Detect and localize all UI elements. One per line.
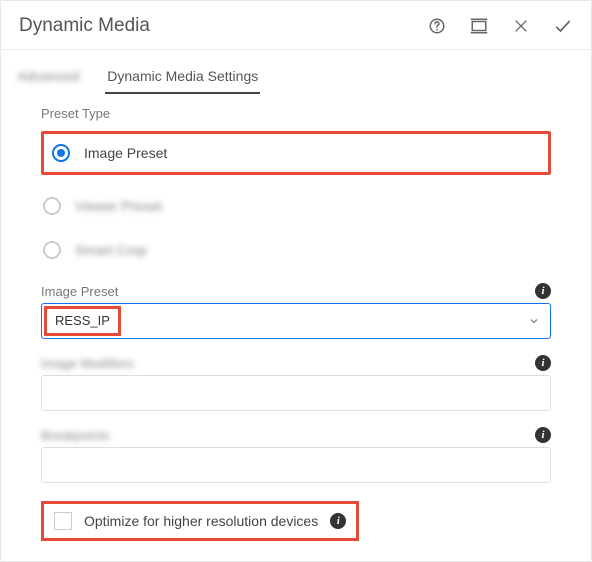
breakpoints-field: Breakpoints i (41, 427, 551, 483)
confirm-icon[interactable] (553, 16, 573, 36)
checkbox-label: Optimize for higher resolution devices (84, 513, 318, 529)
radio-indicator-icon (43, 241, 61, 259)
breakpoints-input[interactable] (41, 447, 551, 483)
radio-label: Viewer Preset (75, 198, 162, 214)
highlight-image-preset: Image Preset (41, 131, 551, 175)
radio-smart-crop[interactable]: Smart Crop (41, 237, 551, 263)
radio-viewer-preset[interactable]: Viewer Preset (41, 193, 551, 219)
highlight-optimize-checkbox: Optimize for higher resolution devices i (41, 501, 359, 541)
tab-advanced[interactable]: Advanced (15, 62, 81, 94)
select-value: RESS_IP (44, 306, 121, 336)
preset-type-label: Preset Type (41, 106, 551, 121)
image-modifiers-input[interactable] (41, 375, 551, 411)
image-modifiers-field: Image Modifiers i (41, 355, 551, 411)
tab-dynamic-media-settings[interactable]: Dynamic Media Settings (105, 62, 260, 94)
radio-indicator-icon (43, 197, 61, 215)
tab-bar: Advanced Dynamic Media Settings (1, 50, 591, 94)
help-icon[interactable] (427, 16, 447, 36)
radio-image-preset[interactable]: Image Preset (50, 140, 169, 166)
radio-label: Image Preset (84, 145, 167, 161)
dialog-header: Dynamic Media (1, 1, 591, 50)
info-icon[interactable]: i (330, 513, 346, 529)
dialog-content: Preset Type Image Preset Viewer Preset S… (1, 94, 591, 561)
close-icon[interactable] (511, 16, 531, 36)
dialog-title: Dynamic Media (19, 15, 150, 37)
optimize-checkbox[interactable] (54, 512, 72, 530)
dynamic-media-dialog: Dynamic Media Advanced Dynamic Media Set… (0, 0, 592, 562)
field-label: Breakpoints (41, 428, 110, 443)
radio-label: Smart Crop (75, 242, 147, 258)
info-icon[interactable]: i (535, 427, 551, 443)
field-label: Image Preset (41, 284, 118, 299)
image-preset-field: Image Preset i RESS_IP (41, 283, 551, 339)
header-actions (427, 16, 573, 36)
fullscreen-icon[interactable] (469, 16, 489, 36)
chevron-down-icon (528, 315, 540, 327)
info-icon[interactable]: i (535, 355, 551, 371)
radio-indicator-icon (52, 144, 70, 162)
info-icon[interactable]: i (535, 283, 551, 299)
preset-type-radio-group: Image Preset Viewer Preset Smart Crop (41, 131, 551, 263)
image-preset-select[interactable]: RESS_IP (41, 303, 551, 339)
field-label: Image Modifiers (41, 356, 133, 371)
